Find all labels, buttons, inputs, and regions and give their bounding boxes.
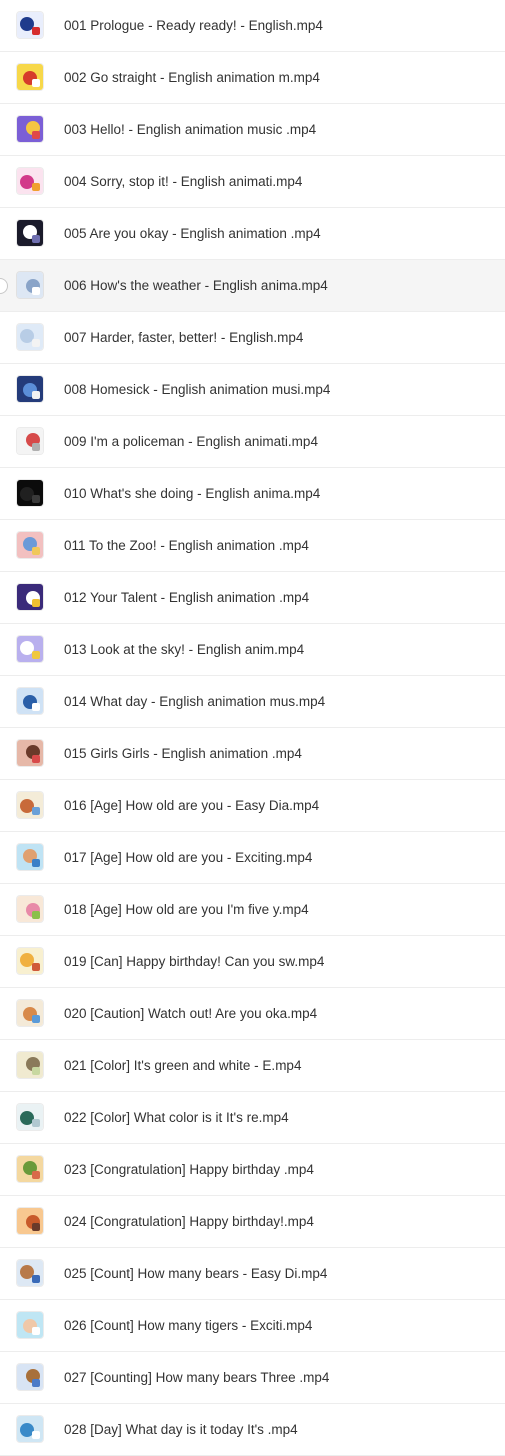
video-thumbnail-icon	[17, 1208, 43, 1234]
video-thumbnail-icon	[17, 12, 43, 38]
video-thumbnail-icon	[17, 792, 43, 818]
video-thumbnail-icon	[17, 948, 43, 974]
file-name[interactable]: 007 Harder, faster, better! - English.mp…	[64, 312, 303, 363]
file-row[interactable]: 020 [Caution] Watch out! Are you oka.mp4	[0, 988, 505, 1040]
video-thumbnail-icon	[17, 532, 43, 558]
video-thumbnail-icon	[17, 376, 43, 402]
video-thumbnail-icon	[17, 428, 43, 454]
file-name[interactable]: 027 [Counting] How many bears Three .mp4	[64, 1352, 329, 1403]
video-thumbnail-icon	[17, 480, 43, 506]
file-row[interactable]: 005 Are you okay - English animation .mp…	[0, 208, 505, 260]
file-name[interactable]: 001 Prologue - Ready ready! - English.mp…	[64, 0, 323, 51]
file-name[interactable]: 018 [Age] How old are you I'm five y.mp4	[64, 884, 309, 935]
file-row[interactable]: 002 Go straight - English animation m.mp…	[0, 52, 505, 104]
video-thumbnail-icon	[17, 220, 43, 246]
file-row[interactable]: 016 [Age] How old are you - Easy Dia.mp4	[0, 780, 505, 832]
video-thumbnail-icon	[17, 1000, 43, 1026]
file-row[interactable]: 015 Girls Girls - English animation .mp4	[0, 728, 505, 780]
file-row[interactable]: 028 [Day] What day is it today It's .mp4	[0, 1404, 505, 1456]
file-name[interactable]: 003 Hello! - English animation music .mp…	[64, 104, 316, 155]
file-row[interactable]: 021 [Color] It's green and white - E.mp4	[0, 1040, 505, 1092]
file-name[interactable]: 002 Go straight - English animation m.mp…	[64, 52, 320, 103]
video-thumbnail-icon	[17, 1052, 43, 1078]
file-row[interactable]: 006 How's the weather - English anima.mp…	[0, 260, 505, 312]
video-thumbnail-icon	[17, 1312, 43, 1338]
video-thumbnail-icon	[17, 584, 43, 610]
video-thumbnail-icon	[17, 1260, 43, 1286]
file-row[interactable]: 022 [Color] What color is it It's re.mp4	[0, 1092, 505, 1144]
file-row[interactable]: 019 [Can] Happy birthday! Can you sw.mp4	[0, 936, 505, 988]
video-thumbnail-icon	[17, 896, 43, 922]
video-thumbnail-icon	[17, 636, 43, 662]
file-name[interactable]: 017 [Age] How old are you - Exciting.mp4	[64, 832, 312, 883]
file-row[interactable]: 025 [Count] How many bears - Easy Di.mp4	[0, 1248, 505, 1300]
file-name[interactable]: 006 How's the weather - English anima.mp…	[64, 260, 328, 311]
file-row[interactable]: 012 Your Talent - English animation .mp4	[0, 572, 505, 624]
file-name[interactable]: 026 [Count] How many tigers - Exciti.mp4	[64, 1300, 312, 1351]
select-checkbox[interactable]	[0, 278, 8, 294]
file-name[interactable]: 005 Are you okay - English animation .mp…	[64, 208, 321, 259]
file-row[interactable]: 024 [Congratulation] Happy birthday!.mp4	[0, 1196, 505, 1248]
video-thumbnail-icon	[17, 1104, 43, 1130]
file-row[interactable]: 023 [Congratulation] Happy birthday .mp4	[0, 1144, 505, 1196]
video-thumbnail-icon	[17, 324, 43, 350]
file-row[interactable]: 011 To the Zoo! - English animation .mp4	[0, 520, 505, 572]
file-row[interactable]: 008 Homesick - English animation musi.mp…	[0, 364, 505, 416]
file-name[interactable]: 004 Sorry, stop it! - English animati.mp…	[64, 156, 302, 207]
file-name[interactable]: 015 Girls Girls - English animation .mp4	[64, 728, 302, 779]
file-name[interactable]: 019 [Can] Happy birthday! Can you sw.mp4	[64, 936, 324, 987]
file-name[interactable]: 023 [Congratulation] Happy birthday .mp4	[64, 1144, 314, 1195]
file-name[interactable]: 012 Your Talent - English animation .mp4	[64, 572, 309, 623]
file-row[interactable]: 009 I'm a policeman - English animati.mp…	[0, 416, 505, 468]
video-thumbnail-icon	[17, 1364, 43, 1390]
video-thumbnail-icon	[17, 688, 43, 714]
file-name[interactable]: 013 Look at the sky! - English anim.mp4	[64, 624, 304, 675]
file-name[interactable]: 020 [Caution] Watch out! Are you oka.mp4	[64, 988, 317, 1039]
video-thumbnail-icon	[17, 272, 43, 298]
file-name[interactable]: 010 What's she doing - English anima.mp4	[64, 468, 320, 519]
file-list: 001 Prologue - Ready ready! - English.mp…	[0, 0, 505, 1456]
file-row[interactable]: 014 What day - English animation mus.mp4	[0, 676, 505, 728]
file-row[interactable]: 018 [Age] How old are you I'm five y.mp4	[0, 884, 505, 936]
file-name[interactable]: 014 What day - English animation mus.mp4	[64, 676, 325, 727]
file-name[interactable]: 008 Homesick - English animation musi.mp…	[64, 364, 330, 415]
file-row[interactable]: 007 Harder, faster, better! - English.mp…	[0, 312, 505, 364]
file-name[interactable]: 016 [Age] How old are you - Easy Dia.mp4	[64, 780, 319, 831]
video-thumbnail-icon	[17, 168, 43, 194]
file-name[interactable]: 011 To the Zoo! - English animation .mp4	[64, 520, 309, 571]
file-row[interactable]: 013 Look at the sky! - English anim.mp4	[0, 624, 505, 676]
file-row[interactable]: 027 [Counting] How many bears Three .mp4	[0, 1352, 505, 1404]
video-thumbnail-icon	[17, 844, 43, 870]
file-row[interactable]: 001 Prologue - Ready ready! - English.mp…	[0, 0, 505, 52]
video-thumbnail-icon	[17, 1416, 43, 1442]
video-thumbnail-icon	[17, 116, 43, 142]
file-name[interactable]: 024 [Congratulation] Happy birthday!.mp4	[64, 1196, 314, 1247]
file-row[interactable]: 003 Hello! - English animation music .mp…	[0, 104, 505, 156]
file-name[interactable]: 028 [Day] What day is it today It's .mp4	[64, 1404, 298, 1455]
file-row[interactable]: 004 Sorry, stop it! - English animati.mp…	[0, 156, 505, 208]
video-thumbnail-icon	[17, 64, 43, 90]
file-name[interactable]: 025 [Count] How many bears - Easy Di.mp4	[64, 1248, 327, 1299]
file-name[interactable]: 022 [Color] What color is it It's re.mp4	[64, 1092, 289, 1143]
video-thumbnail-icon	[17, 1156, 43, 1182]
file-name[interactable]: 009 I'm a policeman - English animati.mp…	[64, 416, 318, 467]
file-row[interactable]: 010 What's she doing - English anima.mp4	[0, 468, 505, 520]
video-thumbnail-icon	[17, 740, 43, 766]
file-row[interactable]: 017 [Age] How old are you - Exciting.mp4	[0, 832, 505, 884]
file-row[interactable]: 026 [Count] How many tigers - Exciti.mp4	[0, 1300, 505, 1352]
file-name[interactable]: 021 [Color] It's green and white - E.mp4	[64, 1040, 301, 1091]
